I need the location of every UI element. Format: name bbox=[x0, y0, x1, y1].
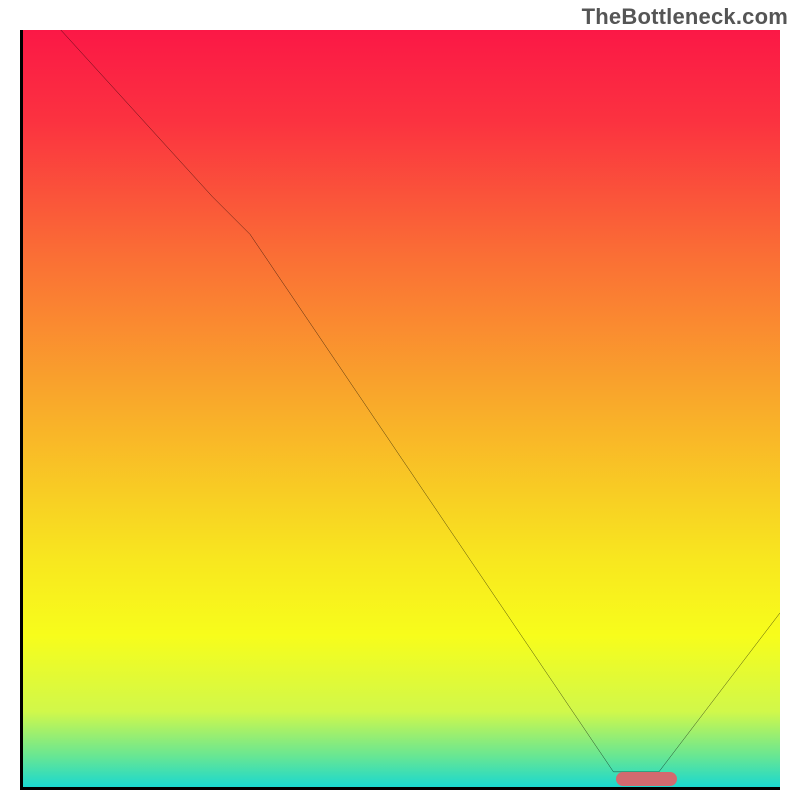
optimal-region-marker bbox=[616, 772, 677, 786]
watermark-text: TheBottleneck.com bbox=[582, 4, 788, 30]
plot-area bbox=[20, 30, 780, 790]
background-gradient bbox=[23, 30, 780, 787]
chart-container: TheBottleneck.com bbox=[0, 0, 800, 800]
